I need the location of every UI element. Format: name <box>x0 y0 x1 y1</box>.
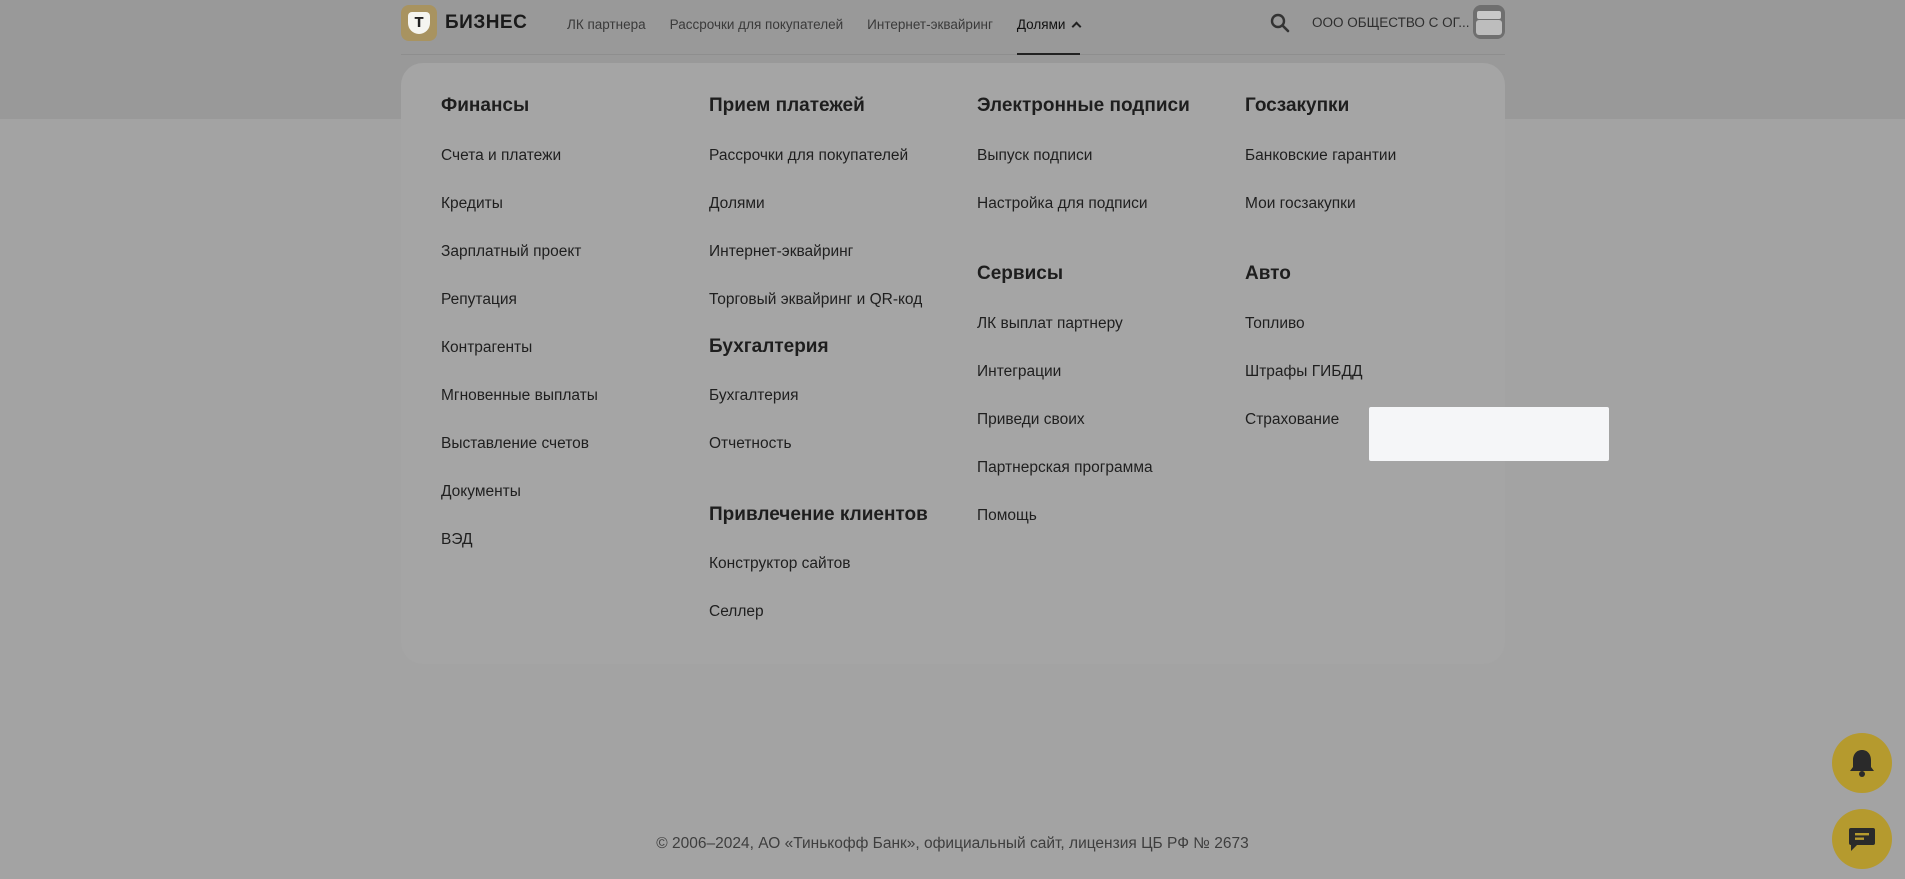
menu-item-counterparties[interactable]: Контрагенты <box>441 339 532 357</box>
footer-copyright: © 2006–2024, АО «Тинькофф Банк», официал… <box>656 835 1249 852</box>
menu-item-reputation[interactable]: Репутация <box>441 291 517 309</box>
hover-highlight <box>1369 407 1609 461</box>
menu-item-accounts-payments[interactable]: Счета и платежи <box>441 147 561 165</box>
briefcase-icon <box>1476 20 1502 35</box>
logo-badge: Т <box>401 5 437 41</box>
chevron-up-icon <box>1071 21 1082 31</box>
menu-item-credits[interactable]: Кредиты <box>441 195 503 213</box>
heading-services: Сервисы <box>977 263 1064 284</box>
heading-payments: Прием платежей <box>709 95 865 116</box>
menu-item-partner-program[interactable]: Партнерская программа <box>977 459 1153 477</box>
menu-item-trade-acquiring[interactable]: Торговый эквайринг и QR-код <box>709 291 922 309</box>
heading-finance: Финансы <box>441 95 530 116</box>
menu-item-site-builder[interactable]: Конструктор сайтов <box>709 555 851 573</box>
notifications-button[interactable] <box>1832 733 1892 793</box>
menu-item-accounting[interactable]: Бухгалтерия <box>709 387 799 405</box>
menu-item-seller[interactable]: Селлер <box>709 603 764 621</box>
menu-item-installments[interactable]: Рассрочки для покупателей <box>709 147 908 165</box>
logo-shield-icon: Т <box>408 12 430 34</box>
menu-item-salary-project[interactable]: Зарплатный проект <box>441 243 581 261</box>
menu-item-internet-acquiring[interactable]: Интернет-эквайринг <box>709 243 853 261</box>
nav-partner-cabinet[interactable]: ЛК партнера <box>567 0 646 48</box>
heading-signatures: Электронные подписи <box>977 95 1190 116</box>
menu-item-invoicing[interactable]: Выставление счетов <box>441 435 589 453</box>
menu-item-traffic-fines[interactable]: Штрафы ГИБДД <box>1245 363 1362 381</box>
company-name[interactable]: ООО ОБЩЕСТВО С ОГ... <box>1312 15 1470 30</box>
menu-item-refer-friends[interactable]: Приведи своих <box>977 411 1085 429</box>
menu-item-insurance[interactable]: Страхование <box>1245 411 1339 429</box>
menu-item-fuel[interactable]: Топливо <box>1245 315 1305 333</box>
briefcase-lid <box>1477 11 1501 19</box>
search-icon[interactable] <box>1270 13 1290 33</box>
heading-clients: Привлечение клиентов <box>709 504 928 525</box>
menu-item-dolyami[interactable]: Долями <box>709 195 765 213</box>
nav-installments[interactable]: Рассрочки для покупателей <box>670 0 844 48</box>
nav-internet-acquiring[interactable]: Интернет-эквайринг <box>867 0 993 48</box>
heading-accounting: Бухгалтерия <box>709 336 829 357</box>
menu-item-signature-issue[interactable]: Выпуск подписи <box>977 147 1092 165</box>
brand-logo[interactable]: Т БИЗНЕС <box>401 5 527 41</box>
menu-item-instant-payouts[interactable]: Мгновенные выплаты <box>441 387 598 405</box>
top-navigation: ЛК партнера Рассрочки для покупателей Ин… <box>567 0 1104 55</box>
avatar[interactable] <box>1473 5 1505 39</box>
chat-icon <box>1849 828 1875 851</box>
menu-item-signature-setup[interactable]: Настройка для подписи <box>977 195 1148 213</box>
menu-item-bank-guarantees[interactable]: Банковские гарантии <box>1245 147 1396 165</box>
menu-item-my-procurements[interactable]: Мои госзакупки <box>1245 195 1356 213</box>
menu-item-documents[interactable]: Документы <box>441 483 521 501</box>
menu-item-help[interactable]: Помощь <box>977 507 1037 525</box>
mega-menu-panel: Финансы Счета и платежи Кредиты Зарплатн… <box>401 63 1609 664</box>
brand-name: БИЗНЕС <box>445 12 528 33</box>
menu-item-reporting[interactable]: Отчетность <box>709 435 792 453</box>
menu-item-ved[interactable]: ВЭД <box>441 531 472 549</box>
bell-icon <box>1850 750 1874 777</box>
heading-procurement: Госзакупки <box>1245 95 1350 116</box>
chat-button[interactable] <box>1832 809 1892 869</box>
menu-item-integrations[interactable]: Интеграции <box>977 363 1061 381</box>
menu-item-partner-payouts[interactable]: ЛК выплат партнеру <box>977 315 1123 333</box>
nav-dolyami-label: Долями <box>1016 16 1066 32</box>
nav-dolyami[interactable]: Долями <box>1016 0 1082 55</box>
heading-auto: Авто <box>1245 263 1291 284</box>
top-header: Т БИЗНЕС ЛК партнера Рассрочки для покуп… <box>401 0 1505 55</box>
